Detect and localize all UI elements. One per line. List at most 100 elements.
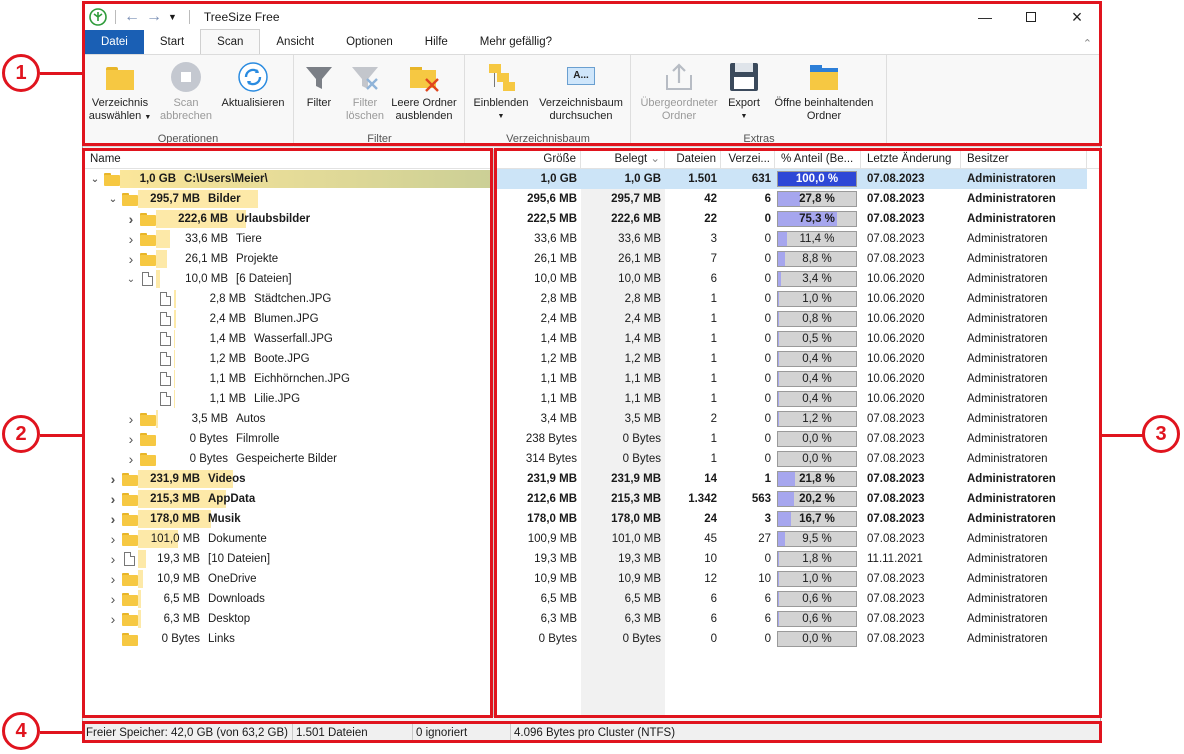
- grid-row[interactable]: 1,0 GB 1,0 GB 1.501 631 100,0 % 07.08.2023 Adm…: [497, 169, 1100, 189]
- chevron-down-icon[interactable]: ⌄: [108, 194, 118, 205]
- close-icon[interactable]: ×: [1054, 3, 1100, 31]
- tree-row[interactable]: › 6,3 MB Desktop: [84, 609, 493, 629]
- tab-mehr[interactable]: Mehr gefällig?: [464, 30, 568, 54]
- grid-row[interactable]: 238 Bytes 0 Bytes 1 0 0,0 % 07.08.2023 Adminis…: [497, 429, 1100, 449]
- filter-loeschen-button[interactable]: Filter löschen: [343, 61, 387, 123]
- grid-row[interactable]: 1,2 MB 1,2 MB 1 0 0,4 % 10.06.2020 Administrat…: [497, 349, 1100, 369]
- directory-tree-panel[interactable]: Name ⌄ 1,0 GB C:\Users\Meier\ ⌄ 295,7 MB Bild…: [84, 149, 494, 717]
- chevron-right-icon[interactable]: ›: [126, 211, 136, 227]
- minimize-icon[interactable]: —: [962, 3, 1008, 31]
- forward-arrow-icon[interactable]: →: [146, 8, 162, 26]
- grid-row[interactable]: 1,4 MB 1,4 MB 1 0 0,5 % 10.06.2020 Administrat…: [497, 329, 1100, 349]
- chevron-right-icon[interactable]: ›: [126, 411, 136, 427]
- chevron-right-icon[interactable]: ›: [108, 471, 118, 487]
- grid-row[interactable]: 295,6 MB 295,7 MB 42 6 27,8 % 07.08.2023 Admin…: [497, 189, 1100, 209]
- tab-start[interactable]: Start: [144, 30, 200, 54]
- chevron-down-icon[interactable]: ⌄: [126, 274, 136, 285]
- tree-row[interactable]: ⌄ 10,0 MB [6 Dateien]: [84, 269, 493, 289]
- tree-row[interactable]: › 26,1 MB Projekte: [84, 249, 493, 269]
- grid-header-cell[interactable]: Größe: [497, 149, 581, 169]
- chevron-right-icon[interactable]: ›: [108, 591, 118, 607]
- tab-datei[interactable]: Datei: [85, 30, 144, 54]
- oeffne-ordner-button[interactable]: Öffne beinhaltenden Ordner: [766, 61, 882, 123]
- grid-row[interactable]: 3,4 MB 3,5 MB 2 0 1,2 % 07.08.2023 Administrat…: [497, 409, 1100, 429]
- tree-row[interactable]: › 19,3 MB [10 Dateien]: [84, 549, 493, 569]
- grid-header-cell[interactable]: Besitzer: [961, 149, 1087, 169]
- grid-row[interactable]: 231,9 MB 231,9 MB 14 1 21,8 % 07.08.2023 Admin…: [497, 469, 1100, 489]
- grid-header-cell[interactable]: Dateien: [665, 149, 721, 169]
- tree-row[interactable]: ⌄ 1,0 GB C:\Users\Meier\: [84, 169, 493, 189]
- grid-row[interactable]: 1,1 MB 1,1 MB 1 0 0,4 % 10.06.2020 Administrat…: [497, 369, 1100, 389]
- grid-row[interactable]: 212,6 MB 215,3 MB 1.342 563 20,2 % 07.08.2023…: [497, 489, 1100, 509]
- tree-row[interactable]: › 10,9 MB OneDrive: [84, 569, 493, 589]
- verzeichnisbaum-durchsuchen-button[interactable]: A... Verzeichnisbaum durchsuchen: [536, 61, 626, 123]
- grid-row[interactable]: 1,1 MB 1,1 MB 1 0 0,4 % 10.06.2020 Administrat…: [497, 389, 1100, 409]
- tree-row[interactable]: › 222,6 MB Urlaubsbilder: [84, 209, 493, 229]
- uebergeordneter-ordner-button[interactable]: Übergeordneter Ordner: [634, 61, 724, 123]
- chevron-right-icon[interactable]: ›: [126, 451, 136, 467]
- grid-row[interactable]: 19,3 MB 19,3 MB 10 0 1,8 % 11.11.2021 Administ…: [497, 549, 1100, 569]
- details-grid-panel[interactable]: Größe Belegt ⌄ Dateien Verzei...% Anteil (B…: [497, 149, 1100, 717]
- tree-row[interactable]: 0 Bytes Links: [84, 629, 493, 649]
- chevron-right-icon[interactable]: ›: [126, 231, 136, 247]
- tree-row[interactable]: › 215,3 MB AppData: [84, 489, 493, 509]
- collapse-ribbon-icon[interactable]: ⌃: [1083, 37, 1092, 50]
- grid-row[interactable]: 314 Bytes 0 Bytes 1 0 0,0 % 07.08.2023 Adminis…: [497, 449, 1100, 469]
- tree-row[interactable]: 2,4 MB Blumen.JPG: [84, 309, 493, 329]
- grid-row[interactable]: 2,8 MB 2,8 MB 1 0 1,0 % 10.06.2020 Administrat…: [497, 289, 1100, 309]
- chevron-down-icon[interactable]: ⌄: [90, 174, 100, 185]
- tree-row[interactable]: 2,8 MB Städtchen.JPG: [84, 289, 493, 309]
- aktualisieren-button[interactable]: Aktualisieren: [217, 61, 289, 110]
- export-button[interactable]: Export ▼: [724, 61, 764, 123]
- tree-row[interactable]: 1,4 MB Wasserfall.JPG: [84, 329, 493, 349]
- grid-row[interactable]: 10,0 MB 10,0 MB 6 0 3,4 % 10.06.2020 Administr…: [497, 269, 1100, 289]
- tree-row[interactable]: 1,1 MB Lilie.JPG: [84, 389, 493, 409]
- grid-header-cell[interactable]: Belegt ⌄: [581, 149, 665, 169]
- tree-row[interactable]: › 231,9 MB Videos: [84, 469, 493, 489]
- tree-row[interactable]: 1,2 MB Boote.JPG: [84, 349, 493, 369]
- grid-row[interactable]: 6,5 MB 6,5 MB 6 6 0,6 % 07.08.2023 Administrat…: [497, 589, 1100, 609]
- grid-header-cell[interactable]: Verzei...: [721, 149, 775, 169]
- tab-hilfe[interactable]: Hilfe: [409, 30, 464, 54]
- grid-row[interactable]: 10,9 MB 10,9 MB 12 10 1,0 % 07.08.2023 Adminis…: [497, 569, 1100, 589]
- grid-header-cell[interactable]: Letzte Änderung: [861, 149, 961, 169]
- chevron-right-icon[interactable]: ›: [108, 571, 118, 587]
- quick-access-dropdown-icon[interactable]: ▼: [168, 12, 177, 22]
- grid-row[interactable]: 33,6 MB 33,6 MB 3 0 11,4 % 07.08.2023 Administ…: [497, 229, 1100, 249]
- scan-abbrechen-button[interactable]: Scan abbrechen: [155, 61, 217, 123]
- tree-row[interactable]: › 0 Bytes Gespeicherte Bilder: [84, 449, 493, 469]
- tab-scan[interactable]: Scan: [200, 29, 261, 54]
- grid-row[interactable]: 2,4 MB 2,4 MB 1 0 0,8 % 10.06.2020 Administrat…: [497, 309, 1100, 329]
- tree-row[interactable]: › 101,0 MB Dokumente: [84, 529, 493, 549]
- grid-row[interactable]: 100,9 MB 101,0 MB 45 27 9,5 % 07.08.2023 Admin…: [497, 529, 1100, 549]
- grid-row[interactable]: 222,5 MB 222,6 MB 22 0 75,3 % 07.08.2023 Admin…: [497, 209, 1100, 229]
- einblenden-button[interactable]: Einblenden ▼: [468, 61, 534, 123]
- tree-row[interactable]: › 33,6 MB Tiere: [84, 229, 493, 249]
- filter-button[interactable]: Filter: [301, 61, 337, 110]
- chevron-right-icon[interactable]: ›: [126, 431, 136, 447]
- tree-header[interactable]: Name: [84, 149, 493, 169]
- grid-row[interactable]: 178,0 MB 178,0 MB 24 3 16,7 % 07.08.2023 Admin…: [497, 509, 1100, 529]
- grid-row[interactable]: 6,3 MB 6,3 MB 6 6 0,6 % 07.08.2023 Administrat…: [497, 609, 1100, 629]
- chevron-right-icon[interactable]: ›: [108, 611, 118, 627]
- tab-optionen[interactable]: Optionen: [330, 30, 409, 54]
- maximize-icon[interactable]: [1008, 3, 1054, 31]
- tree-row[interactable]: › 178,0 MB Musik: [84, 509, 493, 529]
- back-arrow-icon[interactable]: ←: [124, 8, 140, 26]
- tree-row[interactable]: › 3,5 MB Autos: [84, 409, 493, 429]
- grid-row[interactable]: 0 Bytes 0 Bytes 0 0 0,0 % 07.08.2023 Administr…: [497, 629, 1100, 649]
- grid-header-cell[interactable]: % Anteil (Be...: [775, 149, 861, 169]
- tree-row[interactable]: ⌄ 295,7 MB Bilder: [84, 189, 493, 209]
- verzeichnis-auswaehlen-button[interactable]: Verzeichnis auswählen ▼: [87, 61, 153, 124]
- tree-row[interactable]: › 6,5 MB Downloads: [84, 589, 493, 609]
- tab-ansicht[interactable]: Ansicht: [260, 30, 330, 54]
- grid-row[interactable]: 26,1 MB 26,1 MB 7 0 8,8 % 07.08.2023 Administr…: [497, 249, 1100, 269]
- chevron-right-icon[interactable]: ›: [108, 531, 118, 547]
- chevron-right-icon[interactable]: ›: [126, 251, 136, 267]
- chevron-right-icon[interactable]: ›: [108, 491, 118, 507]
- leere-ordner-button[interactable]: Leere Ordner ausblenden: [387, 61, 461, 123]
- tree-row[interactable]: › 0 Bytes Filmrolle: [84, 429, 493, 449]
- chevron-right-icon[interactable]: ›: [108, 511, 118, 527]
- chevron-right-icon[interactable]: ›: [108, 551, 118, 567]
- tree-row[interactable]: 1,1 MB Eichhörnchen.JPG: [84, 369, 493, 389]
